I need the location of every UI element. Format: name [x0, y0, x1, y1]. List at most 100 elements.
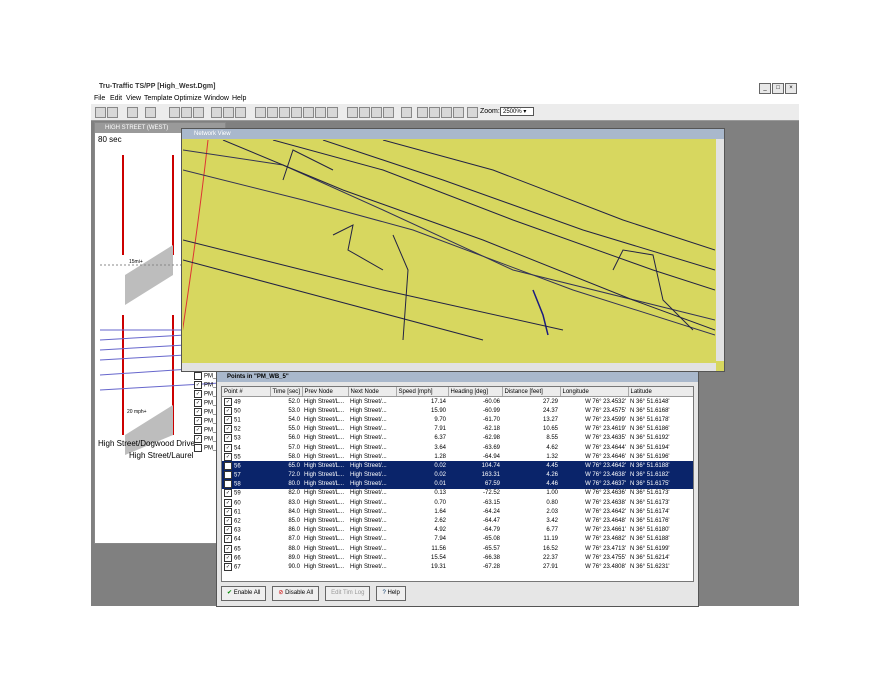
optimize-icon[interactable]: [211, 107, 222, 118]
column-header[interactable]: Speed [mph]: [396, 387, 449, 397]
enable-checkbox[interactable]: ✓: [224, 443, 232, 452]
enable-checkbox[interactable]: ✓: [224, 406, 232, 415]
menu-template[interactable]: Template: [144, 95, 172, 102]
help-icon[interactable]: [327, 107, 338, 118]
enable-checkbox[interactable]: ✓: [224, 489, 232, 498]
network-view-window[interactable]: Network View: [181, 128, 725, 372]
print-icon[interactable]: [401, 107, 412, 118]
open-icon[interactable]: [107, 107, 118, 118]
enable-checkbox[interactable]: ✓: [224, 526, 232, 535]
column-header[interactable]: Latitude: [628, 387, 693, 397]
page-icon[interactable]: [453, 107, 464, 118]
enable-checkbox[interactable]: ✓: [224, 397, 232, 406]
help-button[interactable]: ? Help: [376, 586, 406, 601]
run-item[interactable]: PM_: [194, 372, 218, 381]
menu-edit[interactable]: Edit: [110, 95, 122, 102]
network-vertical-scrollbar[interactable]: [716, 139, 724, 361]
table-row[interactable]: ✓ 64 87.0 High Street/L... High Street/... 7.…: [222, 535, 693, 544]
run-item[interactable]: ✓ PM_: [194, 408, 218, 417]
run-item[interactable]: ✓ PM_: [194, 399, 218, 408]
table-row[interactable]: ✓ 51 54.0 High Street/L... High Street/... 9.…: [222, 415, 693, 424]
column-header[interactable]: Next Node: [348, 387, 397, 397]
menu-optimize[interactable]: Optimize: [174, 95, 202, 102]
report-icon[interactable]: [279, 107, 290, 118]
edit-icon[interactable]: [145, 107, 156, 118]
window-icon[interactable]: [303, 107, 314, 118]
menu-file[interactable]: File: [94, 95, 105, 102]
run-item[interactable]: PM_: [194, 444, 218, 453]
cut-icon[interactable]: [383, 107, 394, 118]
enable-checkbox[interactable]: ✓: [224, 517, 232, 526]
cascade-icon[interactable]: [429, 107, 440, 118]
table-row[interactable]: ✓ 66 89.0 High Street/L... High Street/... 15…: [222, 553, 693, 562]
forward-icon[interactable]: [235, 107, 246, 118]
close-button[interactable]: ×: [785, 83, 797, 94]
enable-checkbox[interactable]: ✓: [224, 553, 232, 562]
enable-checkbox[interactable]: ✓: [224, 434, 232, 443]
back-icon[interactable]: [223, 107, 234, 118]
enable-checkbox[interactable]: ✓: [224, 544, 232, 553]
menu-window[interactable]: Window: [204, 95, 229, 102]
table-row[interactable]: ✓ 59 82.0 High Street/L... High Street/... 0.…: [222, 489, 693, 498]
points-table[interactable]: Point # Time [sec] Prev Node Next Node Speed…: [221, 386, 694, 582]
run-item[interactable]: ✓ PM_: [194, 381, 218, 390]
gps-icon[interactable]: [347, 107, 358, 118]
run-item[interactable]: ✓ PM_: [194, 417, 218, 426]
enable-checkbox[interactable]: ✓: [224, 480, 232, 489]
table-row[interactable]: ✓ 55 58.0 High Street/L... High Street/... 1.…: [222, 452, 693, 461]
enable-checkbox[interactable]: ✓: [224, 461, 232, 470]
tile-icon[interactable]: [417, 107, 428, 118]
table-row[interactable]: ✓ 65 88.0 High Street/L... High Street/... 11…: [222, 544, 693, 553]
menu-view[interactable]: View: [126, 95, 141, 102]
enable-all-button[interactable]: ✔ Enable All: [221, 586, 267, 601]
table-row[interactable]: ✓ 62 85.0 High Street/L... High Street/... 2.…: [222, 516, 693, 526]
minimize-button[interactable]: _: [759, 83, 771, 94]
table-row[interactable]: ✓ 56 65.0 High Street/L... High Street/... 0.…: [222, 461, 693, 471]
table-row[interactable]: ✓ 67 90.0 High Street/L... High Street/... 19…: [222, 562, 693, 571]
table-row[interactable]: ✓ 52 55.0 High Street/L... High Street/... 7.…: [222, 425, 693, 434]
enable-checkbox[interactable]: ✓: [224, 535, 232, 544]
column-header[interactable]: Distance [feet]: [502, 387, 561, 397]
edit-tim-log-button[interactable]: Edit Tim Log: [325, 586, 371, 601]
run-item[interactable]: ✓ PM_: [194, 435, 218, 444]
table-row[interactable]: ✓ 58 80.0 High Street/L... High Street/... 0.…: [222, 479, 693, 489]
zoom-select[interactable]: 2500% ▾: [500, 107, 534, 116]
table-row[interactable]: ✓ 50 53.0 High Street/L... High Street/... 15…: [222, 406, 693, 415]
column-header[interactable]: Heading [deg]: [448, 387, 503, 397]
grid-icon[interactable]: [169, 107, 180, 118]
table-row[interactable]: ✓ 54 57.0 High Street/L... High Street/... 3.…: [222, 443, 693, 452]
new-icon[interactable]: [95, 107, 106, 118]
points-window[interactable]: Points in "PM_WB_5" Point # Time [sec] Pre…: [216, 371, 699, 607]
column-header[interactable]: Point #: [222, 387, 271, 397]
enable-checkbox[interactable]: ✓: [224, 425, 232, 434]
column-header[interactable]: Prev Node: [302, 387, 349, 397]
book-icon[interactable]: [467, 107, 478, 118]
run-item[interactable]: ✓ PM_: [194, 426, 218, 435]
run-item[interactable]: ✓ PM_: [194, 390, 218, 399]
arrange-icon[interactable]: [441, 107, 452, 118]
table-row[interactable]: ✓ 60 83.0 High Street/L... High Street/... 0.…: [222, 498, 693, 507]
hash-icon[interactable]: [181, 107, 192, 118]
network-map[interactable]: [183, 140, 715, 360]
enable-checkbox[interactable]: ✓: [224, 562, 232, 571]
table-row[interactable]: ✓ 57 72.0 High Street/L... High Street/... 0.…: [222, 470, 693, 480]
table-row[interactable]: ✓ 53 56.0 High Street/L... High Street/... 6.…: [222, 434, 693, 443]
pen-icon[interactable]: [371, 107, 382, 118]
maximize-button[interactable]: □: [772, 83, 784, 94]
save-icon[interactable]: [127, 107, 138, 118]
enable-checkbox[interactable]: ✓: [224, 452, 232, 461]
disable-all-button[interactable]: ⊘ Disable All: [272, 586, 320, 601]
table-row[interactable]: ✓ 49 52.0 High Street/L... High Street/... 17…: [222, 397, 693, 407]
network-horizontal-scrollbar[interactable]: [182, 363, 716, 371]
table-row[interactable]: ✓ 61 84.0 High Street/L... High Street/... 1.…: [222, 507, 693, 516]
table-row[interactable]: ✓ 63 86.0 High Street/L... High Street/... 4.…: [222, 526, 693, 535]
enable-checkbox[interactable]: ✓: [224, 507, 232, 516]
menu-help[interactable]: Help: [232, 95, 246, 102]
doc-icon[interactable]: [315, 107, 326, 118]
enable-checkbox[interactable]: ✓: [224, 471, 232, 480]
column-header[interactable]: Time [sec]: [270, 387, 303, 397]
column-header[interactable]: Longitude: [560, 387, 629, 397]
diagram-icon[interactable]: [255, 107, 266, 118]
plus-icon[interactable]: [193, 107, 204, 118]
enable-checkbox[interactable]: ✓: [224, 415, 232, 424]
